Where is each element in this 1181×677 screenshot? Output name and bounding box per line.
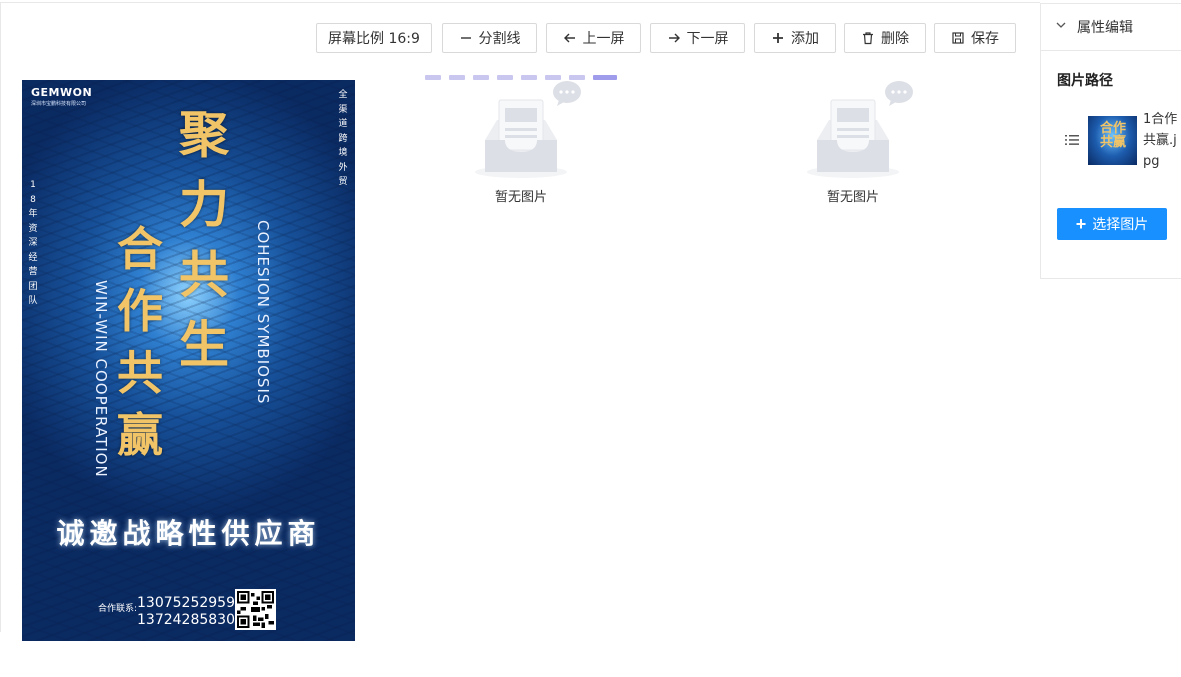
panel-header[interactable]: 属性编辑 [1041,4,1181,51]
poster-english-2: WIN-WIN COOPERATION [92,280,110,478]
poster-image[interactable]: GEMWON 深圳市宝鹏科技有限公司 全渠道跨境外贸 18年资深经营团队 聚力共… [22,80,355,641]
poster-contact-label: 合作联系: [98,604,138,614]
prev-screen-button[interactable]: 上一屏 [546,23,641,53]
delete-button[interactable]: 删除 [844,23,926,53]
image-path-title: 图片路径 [1057,73,1113,89]
screen-ratio-button[interactable]: 屏幕比例 16:9 [316,23,432,53]
property-editor-panel: 属性编辑 图片路径 合作共赢 1合作共赢.jpg + 选择图片 [1040,3,1181,279]
canvas-left-border [0,2,1,632]
empty-inbox-icon [807,81,913,178]
select-image-label: 选择图片 [1092,216,1149,232]
qr-code-icon [235,589,276,630]
brand-logo: GEMWON [31,86,93,99]
add-label: 添加 [791,31,819,47]
panel-title: 属性编辑 [1077,20,1133,36]
thumbnail-text: 合作共赢 [1100,121,1127,150]
brand-subtitle: 深圳市宝鹏科技有限公司 [31,101,87,107]
plus-icon: + [1075,214,1087,234]
drag-list-icon[interactable] [1065,134,1079,146]
poster-phone-1: 13075252959 [137,595,235,611]
screen-ratio-label: 屏幕比例 16:9 [328,31,420,47]
poster-headline: 诚邀战略性供应商 [56,517,321,550]
minus-icon [459,31,473,45]
arrow-right-icon [667,31,681,45]
poster-right-vertical-text: 全渠道跨境外贸 [338,90,348,187]
prev-screen-label: 上一屏 [582,31,625,47]
pager-dash[interactable] [425,75,441,80]
delete-label: 删除 [881,31,909,47]
pager-dash[interactable] [593,75,617,80]
next-screen-label: 下一屏 [686,31,729,47]
chevron-down-icon[interactable] [1055,19,1067,35]
poster-left-vertical-text: 18年资深经营团队 [28,180,38,306]
trash-icon [861,31,875,45]
divider-button[interactable]: 分割线 [442,23,537,53]
empty-image-text: 暂无图片 [826,190,879,205]
select-image-button[interactable]: + 选择图片 [1057,208,1167,240]
save-button[interactable]: 保存 [934,23,1016,53]
poster-english-1: COHESION SYMBIOSIS [254,220,272,405]
image-file-name: 1合作共赢.jpg [1143,112,1178,169]
canvas-top-border [0,2,1040,3]
empty-image-placeholder[interactable]: 暂无图片 [461,78,581,205]
divider-label: 分割线 [478,31,521,47]
next-screen-button[interactable]: 下一屏 [650,23,745,53]
plus-icon [771,31,785,45]
poster-calligraphy-1: 聚力共生 [179,105,229,374]
poster-phone-2: 13724285830 [137,612,235,628]
image-thumbnail[interactable]: 合作共赢 [1088,116,1137,165]
empty-image-placeholder[interactable]: 暂无图片 [793,78,913,205]
arrow-left-icon [563,31,577,45]
add-button[interactable]: 添加 [754,23,836,53]
empty-inbox-icon [475,81,581,178]
empty-image-text: 暂无图片 [494,190,547,205]
poster-phones: 13075252959 13724285830 [137,595,235,629]
save-icon [951,31,965,45]
poster-calligraphy-2: 合作共赢 [117,222,163,462]
save-label: 保存 [971,31,999,47]
